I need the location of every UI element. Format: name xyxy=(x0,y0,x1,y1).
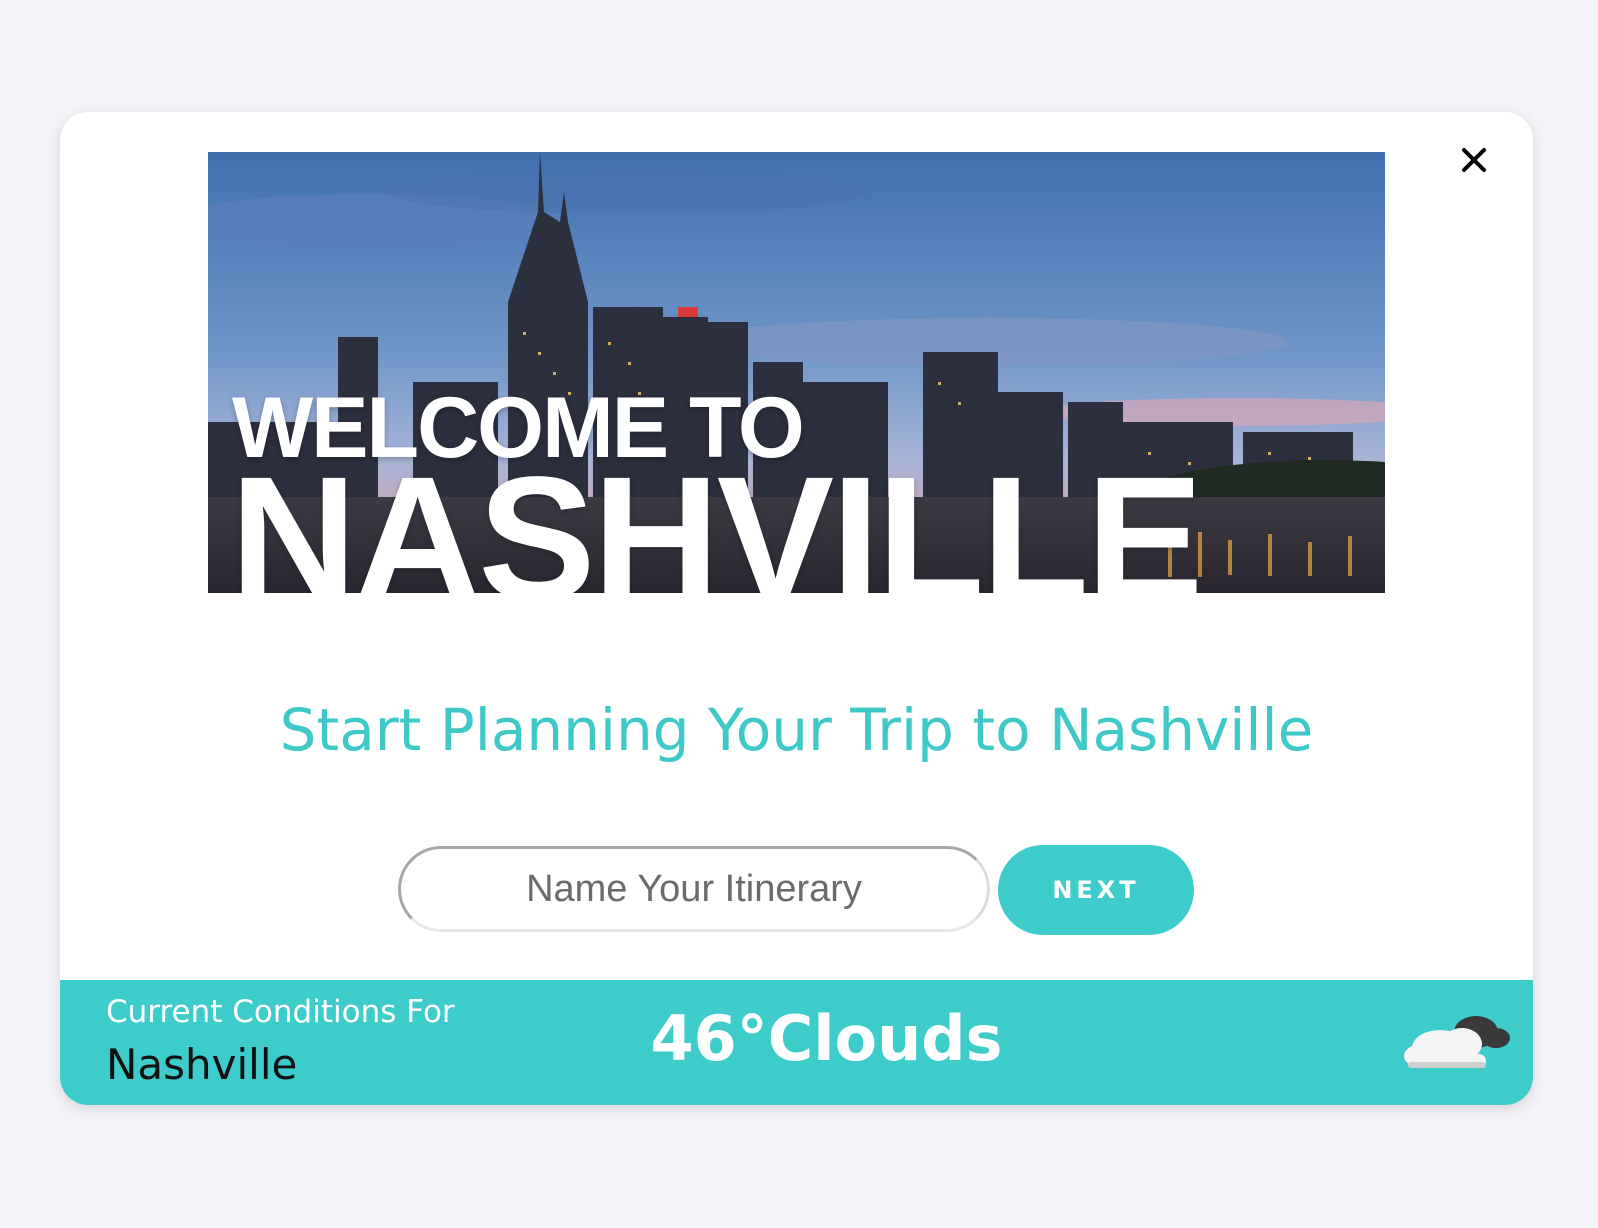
welcome-modal: WELCOME TO NASHVILLE Start Planning Your… xyxy=(60,112,1533,1105)
weather-condition: Clouds xyxy=(767,1002,1003,1075)
temperature: 46° xyxy=(650,1002,768,1075)
close-icon xyxy=(1462,148,1486,172)
itinerary-name-input[interactable] xyxy=(398,846,990,932)
hero-title-line2: NASHVILLE xyxy=(230,441,1203,593)
close-button[interactable] xyxy=(1450,136,1498,184)
hero-title: WELCOME TO NASHVILLE xyxy=(230,385,1203,593)
weather-bar: Current Conditions For Nashville 46°Clou… xyxy=(60,980,1533,1105)
weather-summary: 46°Clouds xyxy=(60,1002,1533,1075)
page-title: Start Planning Your Trip to Nashville xyxy=(279,696,1314,764)
hero-banner: WELCOME TO NASHVILLE xyxy=(208,152,1385,593)
next-button[interactable]: NEXT xyxy=(998,845,1194,935)
cloud-icon xyxy=(1404,1016,1510,1068)
